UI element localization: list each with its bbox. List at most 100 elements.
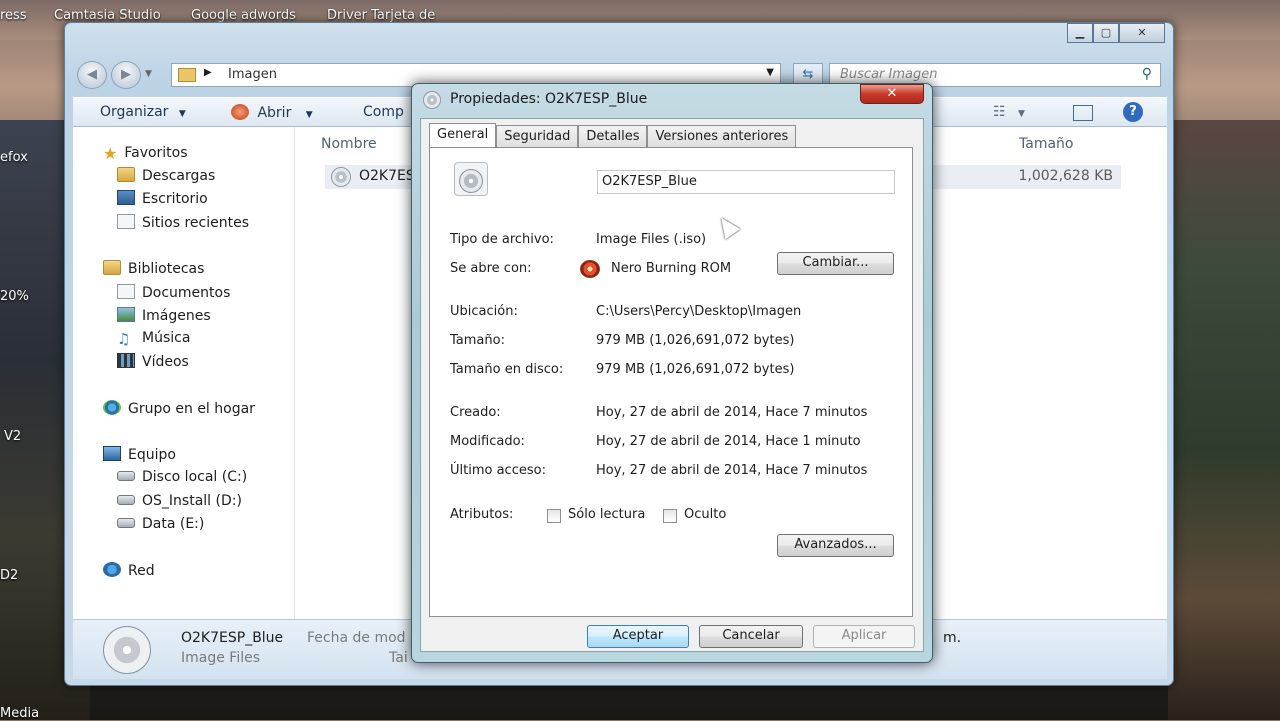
search-icon[interactable]: ⚲ (1142, 66, 1152, 82)
desktop-icon (117, 190, 135, 205)
nav-computer[interactable]: Equipo (103, 446, 176, 463)
breadcrumb[interactable]: Imagen (228, 67, 277, 82)
chevron-down-icon: ▼ (305, 110, 313, 120)
nav-network[interactable]: Red (103, 562, 155, 579)
created-value: Hoy, 27 de abril de 2014, Hace 7 minutos (596, 405, 868, 420)
accessed-value: Hoy, 27 de abril de 2014, Hace 7 minutos (596, 463, 868, 478)
accessed-label: Último acceso: (450, 463, 546, 478)
history-dropdown-icon[interactable]: ▼ (145, 69, 152, 79)
forward-button[interactable]: ▶ (111, 61, 141, 89)
nero-icon (580, 260, 600, 278)
disk-size-value: 979 MB (1,026,691,072 bytes) (596, 362, 795, 377)
documents-icon (117, 284, 135, 299)
tab-details[interactable]: Detalles (578, 125, 648, 147)
nav-homegroup[interactable]: Grupo en el hogar (103, 400, 255, 417)
details-modified-label: Fecha de mod (307, 630, 406, 646)
drive-icon (117, 471, 135, 481)
nav-label: Data (E:) (142, 516, 205, 532)
disk-size-label: Tamaño en disco: (450, 362, 564, 377)
organize-label: Organizar (100, 104, 169, 120)
general-tab-panel: O2K7ESP_Blue Tipo de archivo: Image File… (429, 147, 913, 617)
size-label: Tamaño: (450, 333, 505, 348)
view-options-icon[interactable]: ☷ ▼ (993, 104, 1025, 120)
advanced-button[interactable]: Avanzados... (777, 534, 894, 557)
star-icon: ★ (103, 144, 118, 163)
nav-favorites[interactable]: ★ Favoritos (103, 144, 188, 163)
hidden-label[interactable]: Oculto (684, 507, 726, 522)
hidden-checkbox[interactable] (663, 509, 677, 523)
nav-label: Grupo en el hogar (128, 401, 255, 417)
nav-item-drive-c[interactable]: Disco local (C:) (117, 469, 247, 485)
dialog-title: Propiedades: O2K7ESP_Blue (450, 91, 648, 107)
tab-general[interactable]: General (429, 123, 497, 147)
desktop-icon-label[interactable]: efox (0, 150, 28, 165)
organize-button[interactable]: Organizar ▼ (100, 104, 186, 120)
open-button[interactable]: Abrir ▼ (231, 104, 313, 121)
nav-item-desktop[interactable]: Escritorio (117, 190, 208, 207)
back-button[interactable]: ◀ (77, 61, 107, 89)
tab-security[interactable]: Seguridad (496, 125, 579, 147)
desktop-icon-label[interactable]: 20% (0, 289, 29, 304)
breadcrumb-arrow-icon[interactable]: ▶ (204, 67, 212, 78)
address-dropdown-icon[interactable]: ▼ (766, 67, 774, 78)
close-button[interactable]: ✕ (1119, 23, 1165, 43)
nav-label: Documentos (142, 285, 231, 301)
drive-icon (117, 518, 135, 528)
nav-item-pictures[interactable]: Imágenes (117, 307, 211, 324)
details-file-name: O2K7ESP_Blue (181, 630, 284, 646)
nav-libraries[interactable]: Bibliotecas (103, 260, 204, 277)
readonly-label[interactable]: Sólo lectura (568, 507, 645, 522)
desktop-icon-label[interactable]: V2 (4, 429, 21, 444)
pictures-icon (117, 307, 135, 322)
help-icon[interactable]: ? (1123, 102, 1143, 122)
videos-icon (117, 353, 135, 368)
nav-label: Descargas (142, 168, 216, 184)
desktop-icon-label[interactable]: D2 (0, 568, 18, 583)
file-type-label: Tipo de archivo: (450, 232, 554, 247)
music-icon: ♫ (117, 330, 131, 348)
nav-item-music[interactable]: ♫ Música (117, 330, 191, 348)
chevron-down-icon: ▼ (178, 109, 186, 119)
nav-label: Bibliotecas (128, 261, 205, 277)
file-size: 1,002,628 KB (1018, 168, 1114, 184)
separator (450, 213, 891, 214)
nav-label: Red (128, 563, 155, 579)
apply-button[interactable]: Aplicar (813, 625, 915, 648)
nav-item-downloads[interactable]: Descargas (117, 167, 215, 184)
desktop-icon-label[interactable]: Google adwords (191, 8, 296, 23)
file-name-field[interactable]: O2K7ESP_Blue (597, 170, 895, 194)
navigation-pane: ★ Favoritos Descargas Escritorio Sitios r… (73, 127, 295, 619)
compress-button[interactable]: Comp (363, 104, 404, 120)
tab-previous-versions[interactable]: Versiones anteriores (647, 125, 797, 147)
recent-places-icon (117, 214, 135, 229)
tab-strip: General Seguridad Detalles Versiones ant… (429, 123, 797, 147)
separator (450, 486, 891, 487)
nav-item-documents[interactable]: Documentos (117, 284, 230, 301)
nav-item-drive-e[interactable]: Data (E:) (117, 516, 204, 532)
close-button[interactable]: ✕ (860, 84, 924, 104)
desktop-icon-label[interactable]: Media (0, 706, 39, 721)
desktop-icon-label[interactable]: Camtasia Studio (54, 8, 161, 23)
preview-pane-icon[interactable] (1073, 105, 1093, 121)
desktop-wallpaper-right (1168, 120, 1280, 720)
column-header-size[interactable]: Tamaño (1019, 136, 1073, 152)
nav-label: Música (142, 330, 191, 346)
desktop-icon-label[interactable]: Driver Tarjeta de (327, 8, 435, 23)
created-label: Creado: (450, 405, 501, 420)
details-file-type: Image Files (181, 650, 261, 666)
column-header-name[interactable]: Nombre (321, 136, 377, 152)
minimize-button[interactable]: ▁ (1067, 23, 1093, 43)
maximize-button[interactable]: ▢ (1093, 23, 1119, 43)
nav-label: Equipo (128, 447, 176, 463)
nav-item-recent-places[interactable]: Sitios recientes (117, 214, 249, 231)
readonly-checkbox[interactable] (547, 509, 561, 523)
cancel-button[interactable]: Cancelar (699, 625, 803, 648)
nav-item-drive-d[interactable]: OS_Install (D:) (117, 493, 242, 509)
accept-button[interactable]: Aceptar (587, 625, 689, 648)
change-button[interactable]: Cambiar... (777, 252, 894, 275)
desktop-icon-label[interactable]: ress (0, 8, 27, 23)
separator (450, 385, 891, 386)
window-controls: ▁ ▢ ✕ (1067, 23, 1165, 43)
nav-item-videos[interactable]: Vídeos (117, 353, 189, 370)
details-trailing-text: m. (943, 630, 962, 646)
